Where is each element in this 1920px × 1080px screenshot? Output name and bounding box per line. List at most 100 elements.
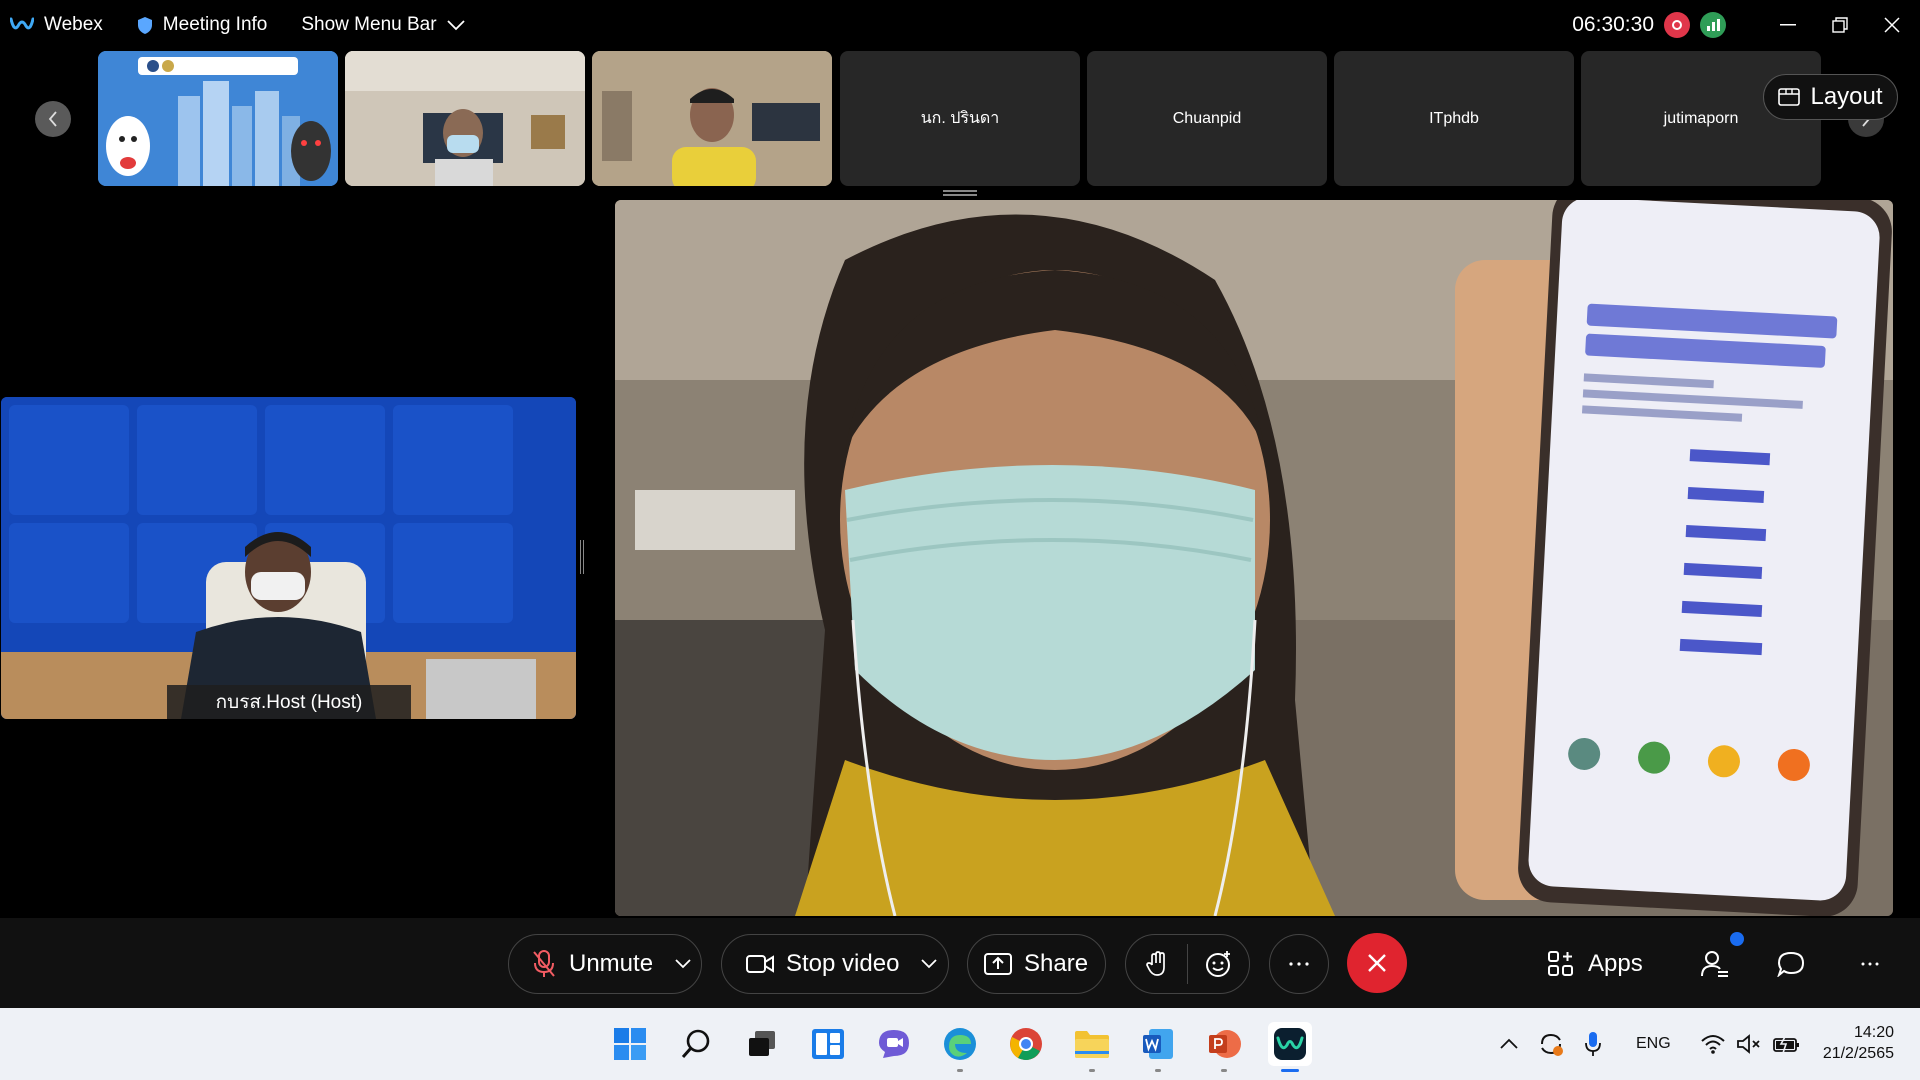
- show-menu-bar-button[interactable]: Show Menu Bar: [301, 14, 474, 36]
- network-stats-icon[interactable]: [1700, 12, 1726, 38]
- participant-thumb-5[interactable]: Chuanpid: [1087, 51, 1327, 186]
- edge-browser-icon: [944, 1028, 976, 1060]
- chevron-up-icon[interactable]: [1500, 1038, 1518, 1050]
- share-button[interactable]: Share: [967, 934, 1106, 994]
- stop-video-button[interactable]: Stop video: [721, 934, 949, 994]
- webex-taskbar-button[interactable]: [1268, 1022, 1312, 1072]
- apps-label: Apps: [1588, 950, 1643, 977]
- stage-splitter-handle[interactable]: [580, 540, 584, 574]
- search-button[interactable]: [674, 1022, 718, 1066]
- show-menu-bar-label: Show Menu Bar: [301, 14, 437, 35]
- chrome-browser-icon: [1010, 1028, 1042, 1060]
- unmute-button[interactable]: Unmute: [508, 934, 702, 994]
- webex-meeting-window: Webex Meeting Info Show Menu Bar 06:30:3…: [0, 0, 1920, 1008]
- strip-resize-handle[interactable]: [943, 190, 977, 196]
- active-speaker-video-image: [615, 200, 1893, 916]
- meeting-info-button[interactable]: Meeting Info: [137, 14, 268, 36]
- powerpoint-button[interactable]: [1202, 1022, 1246, 1072]
- shield-icon: [137, 16, 152, 34]
- folder-icon: [1075, 1031, 1109, 1058]
- word-button[interactable]: [1136, 1022, 1180, 1072]
- recording-indicator-icon[interactable]: [1664, 12, 1690, 38]
- video-camera-icon: [746, 955, 774, 973]
- strip-prev-button[interactable]: [35, 101, 71, 137]
- participant-name: jutimaporn: [1663, 109, 1739, 127]
- title-bar-right: 06:30:30: [1572, 0, 1920, 50]
- layout-button[interactable]: Layout: [1763, 74, 1898, 120]
- app-name: Webex: [44, 14, 103, 35]
- host-name-label: กบรส.Host (Host): [167, 685, 411, 719]
- chevron-left-icon: [48, 111, 57, 127]
- raise-hand-button[interactable]: [1126, 934, 1187, 994]
- participant-video-image: [592, 51, 832, 186]
- share-screen-icon: [984, 953, 1012, 975]
- search-icon: [681, 1029, 710, 1058]
- participant-thumb-2[interactable]: [345, 51, 585, 186]
- participant-thumb-presentation[interactable]: [98, 51, 338, 186]
- system-tray: ENG: [1500, 1008, 1801, 1080]
- participant-thumb-6[interactable]: ITphdb: [1334, 51, 1574, 186]
- running-indicator: [1221, 1069, 1227, 1072]
- participant-thumb-3[interactable]: [592, 51, 832, 186]
- more-horizontal-icon: [1289, 962, 1309, 966]
- participant-name: นก. ปรินดา: [920, 110, 1000, 127]
- running-indicator: [1155, 1069, 1161, 1072]
- reactions-button[interactable]: [1188, 934, 1249, 994]
- apps-button[interactable]: Apps: [1548, 934, 1643, 994]
- task-view-icon: [749, 1031, 775, 1056]
- file-explorer-button[interactable]: [1070, 1022, 1114, 1072]
- raise-hand-icon: [1145, 951, 1165, 976]
- restore-button[interactable]: [1818, 5, 1862, 45]
- unmute-label: Unmute: [569, 950, 654, 977]
- leave-meeting-button[interactable]: [1347, 933, 1407, 993]
- powerpoint-icon: [1209, 1030, 1241, 1058]
- close-icon: [1884, 17, 1900, 33]
- meeting-timer: 06:30:30: [1572, 13, 1654, 36]
- edge-button[interactable]: [938, 1022, 982, 1072]
- presentation-slide-image: [98, 51, 338, 186]
- restore-icon: [1832, 17, 1848, 33]
- meeting-info-label: Meeting Info: [162, 14, 268, 35]
- close-button[interactable]: [1870, 5, 1914, 45]
- apps-icon: [1548, 951, 1573, 976]
- chevron-down-icon: [446, 20, 465, 31]
- chevron-down-icon[interactable]: [921, 959, 938, 969]
- more-panels-button[interactable]: [1858, 934, 1882, 994]
- chrome-button[interactable]: [1004, 1022, 1048, 1066]
- wifi-icon[interactable]: [1700, 1034, 1725, 1054]
- widgets-button[interactable]: [806, 1022, 850, 1066]
- chat-button[interactable]: [1776, 934, 1806, 994]
- chat-icon: [1777, 951, 1805, 977]
- microphone-icon[interactable]: [1584, 1031, 1602, 1057]
- chevron-down-icon[interactable]: [675, 959, 691, 969]
- more-options-button[interactable]: [1269, 934, 1329, 994]
- participant-video-image: [345, 51, 585, 186]
- input-language[interactable]: ENG: [1636, 1035, 1671, 1053]
- running-indicator: [957, 1069, 963, 1072]
- active-indicator: [1281, 1069, 1299, 1072]
- participant-thumb-4[interactable]: นก. ปรินดา: [840, 51, 1080, 186]
- windows-start-icon: [614, 1028, 646, 1060]
- participants-button[interactable]: [1698, 934, 1732, 994]
- participants-icon: [1701, 951, 1728, 977]
- sync-icon[interactable]: [1538, 1031, 1564, 1057]
- share-label: Share: [1024, 950, 1089, 977]
- minimize-button[interactable]: [1766, 5, 1810, 45]
- meeting-controls-bar: Unmute Stop video Share Apps: [0, 918, 1920, 1008]
- host-video-tile[interactable]: กบรส.Host (Host): [1, 397, 576, 719]
- taskbar-clock[interactable]: 14:20 21/2/2565: [1823, 1022, 1894, 1064]
- layout-label: Layout: [1810, 83, 1883, 110]
- word-icon: [1143, 1029, 1173, 1059]
- minimize-icon: [1780, 24, 1796, 26]
- teams-chat-button[interactable]: [872, 1022, 916, 1066]
- participant-name: Chuanpid: [1172, 109, 1242, 127]
- volume-muted-icon[interactable]: [1736, 1034, 1761, 1054]
- start-button[interactable]: [608, 1022, 652, 1066]
- battery-charging-icon[interactable]: [1772, 1034, 1801, 1054]
- windows-taskbar: ENG 14:20 21/2/2565: [0, 1008, 1920, 1080]
- teams-chat-icon: [879, 1030, 909, 1058]
- active-speaker-video-tile[interactable]: [615, 200, 1893, 916]
- participants-notification-badge: [1730, 932, 1744, 946]
- layout-icon: [1778, 88, 1801, 106]
- task-view-button[interactable]: [740, 1022, 784, 1066]
